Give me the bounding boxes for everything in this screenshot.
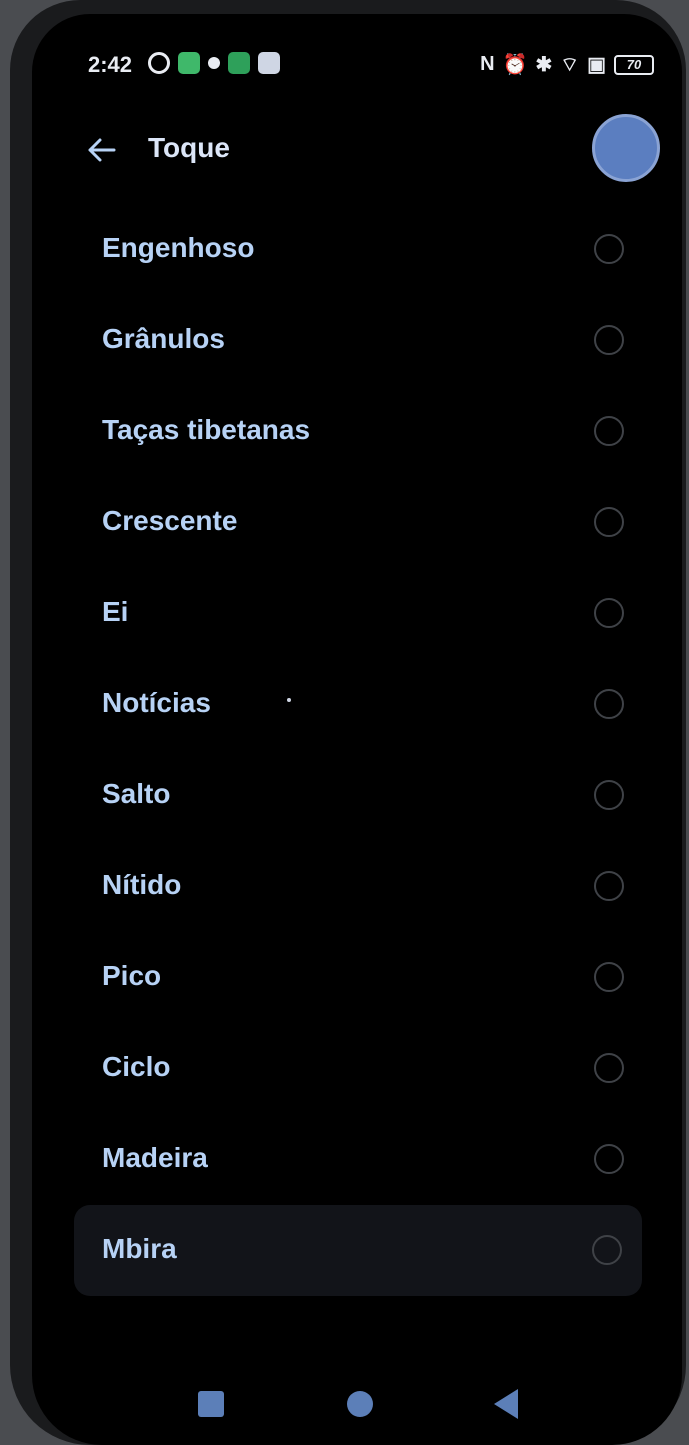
notification-icon [208,57,220,69]
list-item-label: Notícias [102,687,211,718]
page-title: Toque [148,132,230,163]
sim-icon: ▣ [587,54,606,76]
radio-button[interactable] [594,1144,624,1174]
battery-indicator: 70 [614,54,654,75]
touch-indicator [287,698,291,702]
list-item-label: Grânulos [102,323,225,354]
list-item-label: Taças tibetanas [102,414,311,445]
list-item-label: Mbira [102,1233,177,1264]
list-item[interactable]: Nítido [32,841,682,932]
bluetooth-icon: ✱ [535,54,553,76]
status-right-icons: N ⏰ ✱ ⌔ ▣ 70 [480,52,654,77]
radio-button[interactable] [594,234,624,264]
settings-icon [148,52,170,74]
back-arrow-icon[interactable] [84,132,120,168]
list-item-label: Ciclo [102,1051,171,1082]
list-item-label: Madeira [102,1142,208,1173]
radio-button[interactable] [594,871,624,901]
list-item[interactable]: Madeira [32,1114,682,1205]
avatar[interactable] [592,114,660,182]
list-item[interactable]: Taças tibetanas [32,386,682,477]
home-button[interactable] [347,1391,373,1417]
back-button[interactable] [494,1389,518,1419]
radio-button[interactable] [594,962,624,992]
list-item[interactable]: Mbira [74,1205,642,1296]
radio-button[interactable] [592,1235,622,1265]
app-icon-green [178,52,200,74]
phone-frame: 2:42 N ⏰ ✱ ⌔ ▣ 70 Toque Engenhoso Grânul… [10,0,686,1445]
list-item-label: Crescente [102,505,238,536]
list-item[interactable]: Grânulos [32,295,682,386]
list-item[interactable]: Pico [32,932,682,1023]
navigation-bar [32,1383,682,1423]
radio-button[interactable] [594,325,624,355]
status-left-icons [148,52,280,74]
status-bar: 2:42 N ⏰ ✱ ⌔ ▣ 70 [32,50,682,80]
list-item[interactable]: Ciclo [32,1023,682,1114]
alarm-icon: ⏰ [502,54,528,76]
list-item[interactable]: Engenhoso [32,204,682,295]
list-item[interactable]: Crescente [32,477,682,568]
list-item-label: Ei [102,596,129,627]
app-icon-gray [258,52,280,74]
radio-button[interactable] [594,1053,624,1083]
wifi-icon: ⌔ [560,54,580,76]
radio-button[interactable] [594,507,624,537]
list-item-label: Pico [102,960,162,991]
list-item[interactable]: Notícias [32,659,682,750]
radio-button[interactable] [594,416,624,446]
nfc-icon: N [480,53,495,75]
header: Toque [32,114,682,184]
list-item[interactable]: Ei [32,568,682,659]
radio-button[interactable] [594,689,624,719]
list-item-label: Salto [102,778,171,809]
list-item-label: Nítido [102,869,182,900]
app-icon-green [228,52,250,74]
radio-button[interactable] [594,780,624,810]
ringtone-list: Engenhoso Grânulos Taças tibetanas Cresc… [32,204,682,1296]
radio-button[interactable] [594,598,624,628]
recents-button[interactable] [198,1391,224,1417]
list-item-label: Engenhoso [102,232,255,263]
screen: 2:42 N ⏰ ✱ ⌔ ▣ 70 Toque Engenhoso Grânul… [32,14,682,1445]
status-time: 2:42 [88,52,133,77]
list-item[interactable]: Salto [32,750,682,841]
